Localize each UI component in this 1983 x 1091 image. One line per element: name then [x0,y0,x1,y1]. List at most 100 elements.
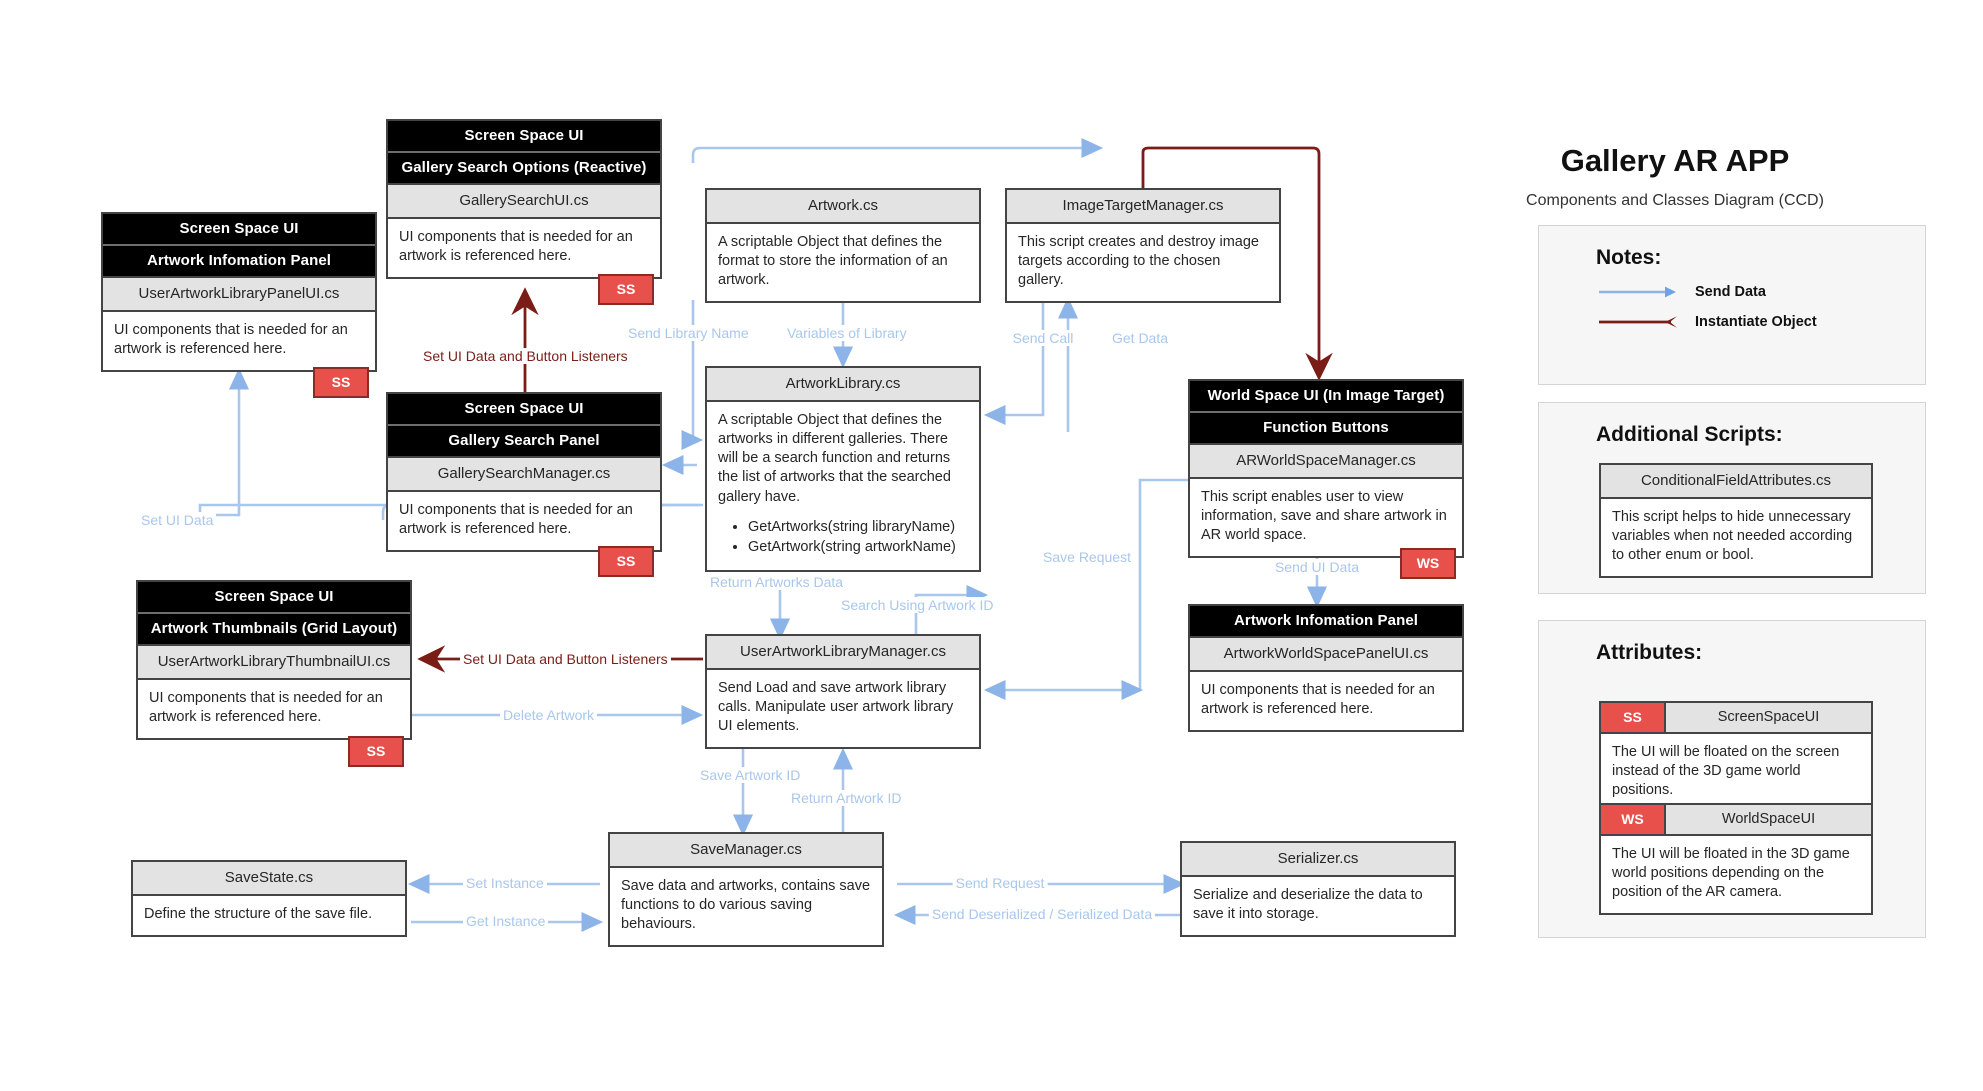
node-description: Save data and artworks, contains save fu… [621,878,871,933]
node-save-state[interactable]: SaveState.cs Define the structure of the… [131,860,407,938]
edge-label-set-ui-data-listeners-top: Set UI Data and Button Listeners [420,348,631,364]
node-method: GetArtworks(string libraryName) [748,518,968,537]
node-description: A scriptable Object that defines the for… [718,234,948,289]
send-data-arrow-icon [1599,286,1676,298]
node-header-space: World Space UI (In Image Target) [1190,381,1462,413]
node-script-name: ArtworkLibrary.cs [707,368,979,402]
node-script-name: ArtworkWorldSpacePanelUI.cs [1190,638,1462,672]
node-description: UI components that is needed for an artw… [1201,682,1435,718]
node-body: A scriptable Object that defines the art… [707,402,979,570]
page-subtitle: Components and Classes Diagram (CCD) [1526,192,1824,209]
edge-label-send-library-name: Send Library Name [625,325,752,341]
node-save-manager[interactable]: SaveManager.cs Save data and artworks, c… [608,832,884,948]
node-script-name: ImageTargetManager.cs [1007,190,1279,224]
node-header-buttons: Function Buttons [1190,413,1462,445]
edge-label-return-artwork-id: Return Artwork ID [788,790,905,806]
node-serializer[interactable]: Serializer.cs Serialize and deserialize … [1180,841,1456,938]
attributes-panel-title: Attributes: [1596,641,1703,664]
node-header-panel: Artwork Infomation Panel [103,246,375,278]
node-header-space: Screen Space UI [138,582,410,614]
node-header-space: Screen Space UI [388,121,660,153]
edge-label-return-artworks-data: Return Artworks Data [707,574,847,590]
edge-label-send-request: Send Request [952,875,1048,891]
legend-label-send-data: Send Data [1695,284,1766,300]
edge-label-set-instance: Set Instance [463,875,547,891]
attribute-card-screen-space-ui[interactable]: SS ScreenSpaceUI The UI will be floated … [1599,701,1873,814]
node-description: Define the structure of the save file. [144,906,373,922]
node-script-name: ConditionalFieldAttributes.cs [1601,465,1871,499]
edge-label-send-deserialized-data: Send Deserialized / Serialized Data [928,906,1156,922]
node-description: UI components that is needed for an artw… [399,502,633,538]
node-script-name: GallerySearchUI.cs [388,185,660,219]
attribute-tag-ws: WS [1601,805,1666,834]
attribute-name-ws: WorldSpaceUI [1666,805,1871,834]
node-header-panel: Gallery Search Panel [388,426,660,458]
notes-panel-title: Notes: [1596,246,1662,269]
node-description: UI components that is needed for an artw… [149,690,383,726]
legend-label-instantiate-object: Instantiate Object [1695,314,1817,330]
node-script-name: SaveState.cs [133,862,405,896]
edge-label-delete-artwork: Delete Artwork [500,707,598,723]
additional-scripts-panel: Additional Scripts: ConditionalFieldAttr… [1538,402,1926,594]
node-description: A scriptable Object that defines the art… [718,412,951,505]
edge-label-variables-of-library: Variables of Library [784,325,910,341]
edge-label-save-artwork-id: Save Artwork ID [697,767,804,783]
node-gallery-search-ui[interactable]: Screen Space UI Gallery Search Options (… [386,119,662,280]
node-user-artwork-library-manager[interactable]: UserArtworkLibraryManager.cs Send Load a… [705,634,981,750]
attribute-card-world-space-ui[interactable]: WS WorldSpaceUI The UI will be floated i… [1599,803,1873,916]
node-header-panel: Artwork Infomation Panel [1190,606,1462,638]
node-script-name: UserArtworkLibraryThumbnailUI.cs [138,646,410,680]
attribute-head: SS ScreenSpaceUI [1601,703,1871,734]
edge-label-set-ui-data-left: Set UI Data [138,512,217,528]
attribute-tag-ss: SS [1601,703,1666,732]
chip-ss-gallery-search-manager: SS [598,546,654,577]
edge-label-search-using-artwork-id: Search Using Artwork ID [838,597,997,613]
node-artwork-thumbnail[interactable]: Screen Space UI Artwork Thumbnails (Grid… [136,580,412,741]
legend-row-instantiate-object: Instantiate Object [1599,314,1925,330]
chip-ss-artwork-thumbnail: SS [348,736,404,767]
attribute-description-ws: The UI will be floated in the 3D game wo… [1612,846,1850,901]
node-gallery-search-manager[interactable]: Screen Space UI Gallery Search Panel Gal… [386,392,662,553]
attribute-name-ss: ScreenSpaceUI [1666,703,1871,732]
chip-ss-gallery-search-ui: SS [598,274,654,305]
chip-ss-artwork-library-panel: SS [313,367,369,398]
node-description: Send Load and save artwork library calls… [718,680,954,735]
chip-ws-ar-world-space-manager: WS [1400,548,1456,579]
node-description: UI components that is needed for an artw… [114,322,348,358]
node-script-name: Artwork.cs [707,190,979,224]
edge-label-get-data: Get Data [1108,330,1172,346]
node-description: UI components that is needed for an artw… [399,229,633,265]
node-image-target-manager[interactable]: ImageTargetManager.cs This script create… [1005,188,1281,304]
additional-scripts-panel-title: Additional Scripts: [1596,423,1783,446]
node-script-name: UserArtworkLibraryPanelUI.cs [103,278,375,312]
instantiate-object-arrow-icon [1599,316,1677,328]
edge-label-send-ui-data: Send UI Data [1271,559,1363,575]
attribute-description-ss: The UI will be floated on the screen ins… [1612,744,1840,799]
node-conditional-field-attributes[interactable]: ConditionalFieldAttributes.cs This scrip… [1599,463,1873,579]
node-method-list: GetArtworks(string libraryName) GetArtwo… [718,518,968,557]
notes-panel: Notes: Send Data Instantiate Object [1538,225,1926,385]
node-artwork[interactable]: Artwork.cs A scriptable Object that defi… [705,188,981,304]
edge-label-set-ui-data-listeners-bottom: Set UI Data and Button Listeners [460,651,671,667]
node-script-name: GallerySearchManager.cs [388,458,660,492]
node-description: This script enables user to view informa… [1201,489,1447,544]
node-description: This script creates and destroy image ta… [1018,234,1259,289]
node-description: Serialize and deserialize the data to sa… [1193,887,1423,923]
node-header-panel: Gallery Search Options (Reactive) [388,153,660,185]
edge-label-get-instance: Get Instance [463,913,549,929]
node-ar-world-space-manager[interactable]: World Space UI (In Image Target) Functio… [1188,379,1464,559]
page-title: Gallery AR APP [1560,143,1790,178]
attributes-panel: Attributes: SS ScreenSpaceUI The UI will… [1538,620,1926,938]
legend-row-send-data: Send Data [1599,284,1925,300]
node-artwork-library-panel[interactable]: Screen Space UI Artwork Infomation Panel… [101,212,377,373]
node-method: GetArtwork(string artworkName) [748,538,968,557]
node-artwork-library[interactable]: ArtworkLibrary.cs A scriptable Object th… [705,366,981,572]
edge-label-save-request: Save Request [1040,549,1134,565]
node-artwork-world-space-panel[interactable]: Artwork Infomation Panel ArtworkWorldSpa… [1188,604,1464,733]
diagram-canvas: Screen Space UI Artwork Infomation Panel… [0,0,1983,1091]
node-script-name: ARWorldSpaceManager.cs [1190,445,1462,479]
attribute-head: WS WorldSpaceUI [1601,805,1871,836]
node-script-name: Serializer.cs [1182,843,1454,877]
edge-label-send-call: Send Call [1009,330,1077,346]
node-description: This script helps to hide unnecessary va… [1612,509,1853,564]
